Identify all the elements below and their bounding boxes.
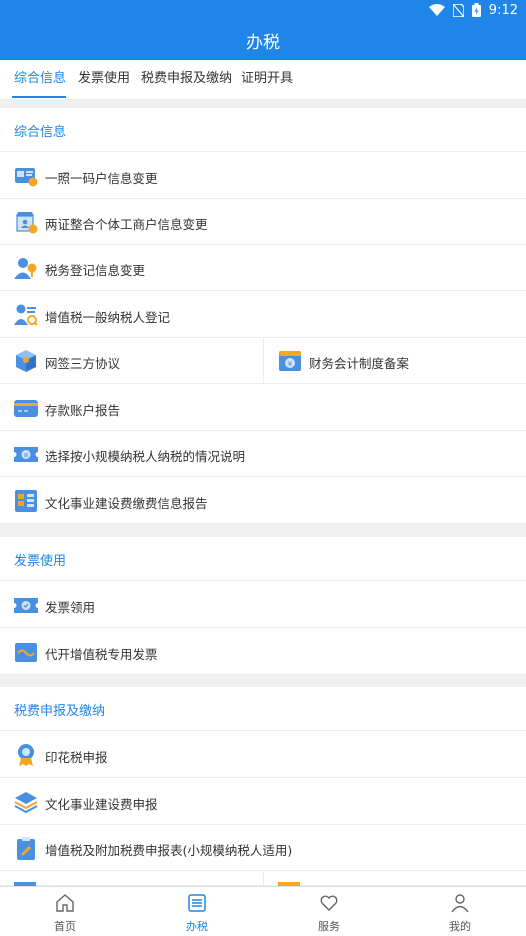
item-deposit-account-report[interactable]: 存款账户报告 xyxy=(0,385,526,431)
stamp-medal-icon xyxy=(18,744,34,766)
nav-label: 服务 xyxy=(318,920,340,933)
nav-service[interactable]: 服务 xyxy=(289,887,369,936)
section-title: 综合信息 xyxy=(14,125,67,140)
yuan-folder-icon: ¥ xyxy=(279,351,301,371)
tab-general-info[interactable]: 综合信息 xyxy=(14,60,66,100)
bottom-nav: 首页 办税 服务 我的 xyxy=(0,886,526,936)
divider xyxy=(0,675,526,687)
item-label: 增值税及附加税费申报表(小规模纳税人适用) xyxy=(45,843,293,858)
item-business-license-change[interactable]: 一照一码户信息变更 xyxy=(0,153,526,199)
tab-invoice-usage[interactable]: 发票使用 xyxy=(78,60,130,100)
item-label: 增值税一般纳税人登记 xyxy=(45,310,171,325)
status-bar: 9:12 xyxy=(0,0,526,20)
invoice-wave-icon xyxy=(15,643,37,662)
item-vat-general-taxpayer-registration[interactable]: 增值税一般纳税人登记 xyxy=(0,292,526,338)
section-title: 税费申报及缴纳 xyxy=(14,704,106,719)
no-sim-icon xyxy=(452,3,464,17)
item-label: 网签三方协议 xyxy=(45,356,121,371)
cube-icon xyxy=(16,350,36,372)
divider xyxy=(0,100,526,108)
nav-label: 办税 xyxy=(186,920,208,933)
divider xyxy=(0,524,526,537)
nav-label: 我的 xyxy=(449,920,471,933)
bank-card-icon xyxy=(14,400,38,417)
shop-icon xyxy=(16,212,38,234)
item-label: 选择按小规模纳税人纳税的情况说明 xyxy=(45,449,246,464)
list-icon xyxy=(188,894,206,912)
item-tax-registration-change[interactable]: 税务登记信息变更 xyxy=(0,245,526,291)
layers-icon xyxy=(14,792,38,814)
section-title: 发票使用 xyxy=(14,554,67,569)
item-individual-business-change[interactable]: 两证整合个体工商户信息变更 xyxy=(0,199,526,245)
nav-tax[interactable]: 办税 xyxy=(157,887,237,936)
item-stamp-duty-declaration[interactable]: 印花税申报 xyxy=(0,732,526,778)
building-icon xyxy=(15,490,37,512)
nav-mine[interactable]: 我的 xyxy=(420,887,500,936)
item-label: 存款账户报告 xyxy=(45,403,121,418)
item-accounting-system-filing[interactable]: ¥ 财务会计制度备案 xyxy=(264,338,526,384)
status-time: 9:12 xyxy=(488,2,518,18)
item-label: 发票领用 xyxy=(45,600,96,615)
id-card-icon xyxy=(15,168,38,187)
item-invoice-collection[interactable]: 发票领用 xyxy=(0,582,526,628)
item-label: 代开增值税专用发票 xyxy=(45,647,158,662)
item-partial-right[interactable] xyxy=(264,871,526,886)
tab-certificate[interactable]: 证明开具 xyxy=(241,60,293,100)
item-cultural-fee-declaration[interactable]: 文化事业建设费申报 xyxy=(0,779,526,825)
item-label: 财务会计制度备案 xyxy=(309,356,410,371)
svg-text:¥: ¥ xyxy=(288,360,293,368)
item-label: 文化事业建设费申报 xyxy=(45,797,158,812)
nav-home[interactable]: 首页 xyxy=(25,887,105,936)
item-partial-left[interactable] xyxy=(0,871,264,886)
clipboard-icon xyxy=(17,837,35,860)
item-tripartite-agreement[interactable]: 网签三方协议 xyxy=(0,338,264,384)
person-list-icon xyxy=(14,304,38,326)
section-header-declare: 税费申报及缴纳 xyxy=(0,687,526,731)
item-label: 文化事业建设费缴费信息报告 xyxy=(45,496,208,511)
heart-icon xyxy=(320,895,338,911)
item-small-scale-taxpayer-statement[interactable]: 选择按小规模纳税人纳税的情况说明 xyxy=(0,431,526,477)
section-header-invoice: 发票使用 xyxy=(0,537,526,581)
wifi-icon xyxy=(428,4,445,16)
nav-label: 首页 xyxy=(54,920,76,933)
item-label: 税务登记信息变更 xyxy=(45,263,146,278)
invoice-check-icon xyxy=(14,598,38,613)
page-title: 办税 xyxy=(246,32,280,53)
item-vat-special-invoice-issue[interactable]: 代开增值税专用发票 xyxy=(0,629,526,675)
battery-charging-icon xyxy=(471,3,481,17)
item-cultural-fee-info-report[interactable]: 文化事业建设费缴费信息报告 xyxy=(0,478,526,524)
item-label: 印花税申报 xyxy=(45,750,108,765)
tab-bar: 综合信息 发票使用 税费申报及缴纳 证明开具 xyxy=(0,60,526,100)
item-vat-small-scale-declaration[interactable]: 增值税及附加税费申报表(小规模纳税人适用) xyxy=(0,825,526,871)
active-tab-indicator xyxy=(12,96,66,98)
person-edit-icon xyxy=(14,258,37,279)
tab-tax-declaration[interactable]: 税费申报及缴纳 xyxy=(141,60,232,100)
home-icon xyxy=(56,894,74,912)
item-label: 一照一码户信息变更 xyxy=(45,171,158,186)
app-bar: 办税 xyxy=(0,20,526,60)
section-header-general: 综合信息 xyxy=(0,108,526,152)
item-label: 两证整合个体工商户信息变更 xyxy=(45,217,208,232)
ticket-icon xyxy=(14,447,38,462)
user-icon xyxy=(451,894,469,913)
